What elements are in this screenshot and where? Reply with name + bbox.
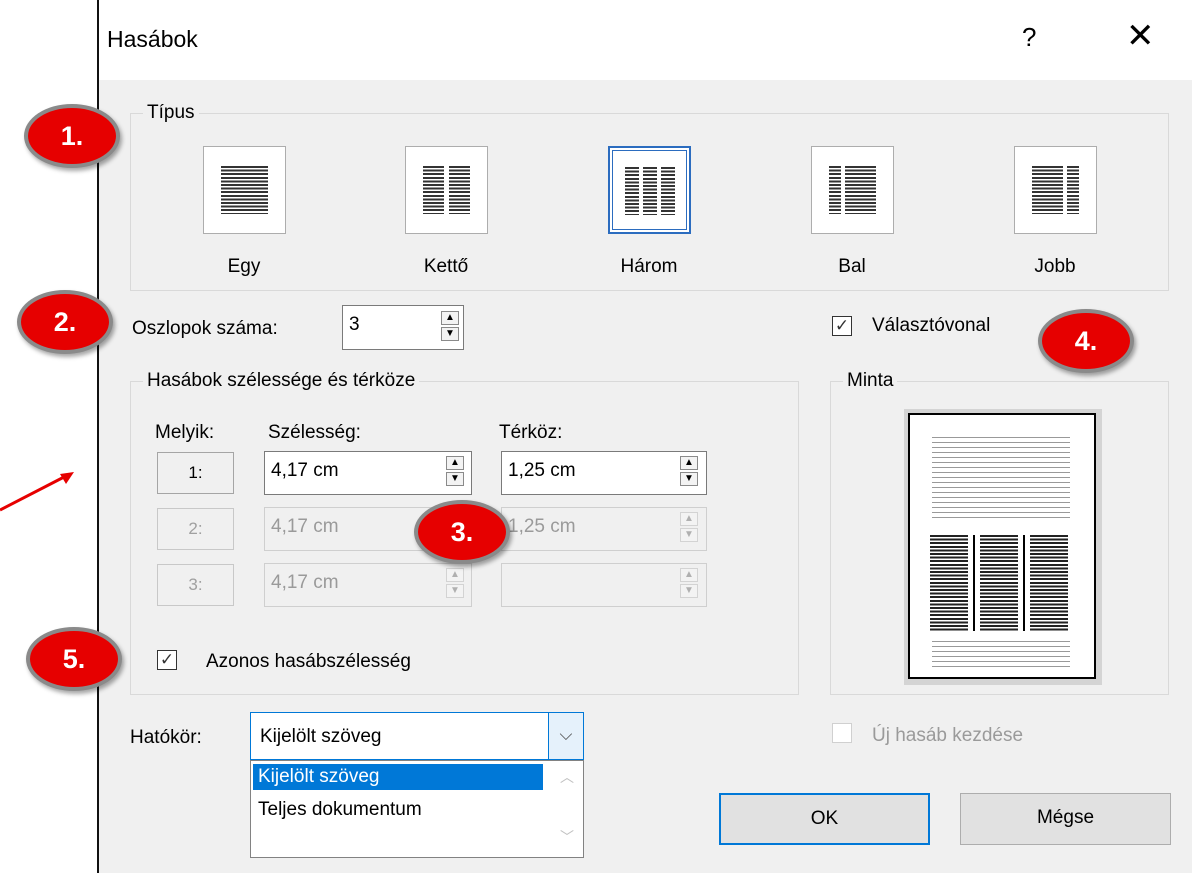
dialog-title: Hasábok — [107, 26, 198, 52]
width-value: 4,17 cm — [271, 460, 339, 481]
new-column-checkbox[interactable] — [832, 723, 852, 743]
column-number-button[interactable]: 1: — [157, 452, 234, 494]
separator-checkbox[interactable]: ✓ — [832, 316, 852, 336]
spacing-down-icon[interactable]: ▼ — [680, 528, 698, 542]
annotation-badge: 5. — [26, 627, 122, 691]
preset-two-icon-right — [449, 166, 470, 214]
preset-one[interactable] — [203, 146, 286, 234]
annotation-badge: 2. — [17, 290, 113, 354]
width-down-icon[interactable]: ▼ — [446, 584, 464, 598]
scope-options-list: Kijelölt szöveg Teljes dokumentum ︿ ﹀ — [250, 760, 584, 858]
equal-width-label: Azonos hasábszélesség — [206, 651, 411, 672]
preview-sep-2 — [1023, 535, 1025, 631]
preset-right-label: Jobb — [1034, 256, 1076, 277]
annotation-badge: 1. — [24, 104, 120, 168]
new-column-label: Új hasáb kezdése — [872, 725, 1024, 746]
col-header: Melyik: — [155, 422, 215, 443]
preview-col-3 — [1030, 535, 1068, 631]
columns-count-down-icon[interactable]: ▼ — [441, 327, 459, 341]
preset-three[interactable] — [608, 146, 691, 234]
spacing-input[interactable] — [501, 563, 707, 607]
spacing-up-icon[interactable]: ▲ — [680, 568, 698, 582]
preset-three-icon-b — [643, 167, 657, 215]
preset-left-icon-wide — [845, 166, 876, 214]
columns-count-value: 3 — [349, 314, 360, 335]
preset-right-icon-narrow — [1067, 166, 1079, 214]
preset-left[interactable] — [811, 146, 894, 234]
spacing-header: Térköz: — [499, 422, 563, 443]
preview-col-2 — [980, 535, 1018, 631]
scroll-down-icon[interactable]: ﹀ — [555, 827, 579, 847]
width-spacing-label: Hasábok szélessége és térköze — [143, 370, 420, 392]
spacing-up-icon[interactable]: ▲ — [680, 456, 698, 470]
scroll-up-icon[interactable]: ︿ — [555, 767, 579, 787]
preset-two[interactable] — [405, 146, 488, 234]
preview-sep-1 — [973, 535, 975, 631]
width-header: Szélesség: — [268, 422, 361, 443]
width-input[interactable]: 4,17 cm — [264, 563, 472, 607]
equal-width-checkbox[interactable]: ✓ — [157, 650, 177, 670]
width-input[interactable]: 4,17 cm — [264, 451, 472, 495]
spacing-input[interactable]: 1,25 cm — [501, 451, 707, 495]
spacing-value: 1,25 cm — [508, 516, 576, 537]
scope-option[interactable]: Teljes dokumentum — [258, 799, 422, 821]
preset-one-icon — [221, 166, 268, 214]
preset-right-icon-wide — [1032, 166, 1063, 214]
preset-three-icon-c — [661, 167, 675, 215]
preset-three-label: Három — [620, 256, 678, 277]
scope-label: Hatókör: — [130, 727, 202, 748]
preset-two-icon-left — [423, 166, 444, 214]
preset-three-icon-a — [625, 167, 639, 215]
preview-col-1 — [930, 535, 968, 631]
columns-count-label: Oszlopok száma: — [132, 318, 278, 339]
preview-label: Minta — [843, 370, 898, 392]
cancel-button[interactable]: Mégse — [960, 793, 1171, 845]
preset-two-label: Kettő — [423, 256, 469, 277]
preview-text-top — [932, 437, 1070, 521]
close-button[interactable]: ✕ — [1126, 16, 1155, 56]
scope-option-selected[interactable]: Kijelölt szöveg — [253, 764, 543, 790]
help-button[interactable]: ? — [1022, 22, 1036, 53]
width-down-icon[interactable]: ▼ — [446, 472, 464, 486]
preview-sheet — [908, 413, 1096, 679]
preview-text-bottom — [932, 641, 1070, 671]
width-value: 4,17 cm — [271, 516, 339, 537]
chevron-down-icon[interactable]: ⌵ — [548, 713, 583, 759]
spacing-value: 1,25 cm — [508, 460, 576, 481]
spacing-input[interactable]: 1,25 cm — [501, 507, 707, 551]
preview-page — [904, 409, 1102, 685]
scope-value: Kijelölt szöveg — [260, 726, 382, 747]
width-value: 4,17 cm — [271, 572, 339, 593]
spacing-down-icon[interactable]: ▼ — [680, 472, 698, 486]
ok-button[interactable]: OK — [719, 793, 930, 845]
preset-right[interactable] — [1014, 146, 1097, 234]
preset-one-label: Egy — [227, 256, 261, 277]
separator-label: Választóvonal — [872, 315, 991, 336]
column-number-button[interactable]: 3: — [157, 564, 234, 606]
red-arrow-icon — [0, 472, 74, 512]
scope-select[interactable]: Kijelölt szöveg ⌵ — [250, 712, 584, 760]
annotation-badge: 4. — [1038, 309, 1134, 373]
preset-left-icon-narrow — [829, 166, 841, 214]
columns-count-up-icon[interactable]: ▲ — [441, 311, 459, 325]
annotation-badge: 3. — [414, 500, 510, 564]
spacing-up-icon[interactable]: ▲ — [680, 512, 698, 526]
type-group-label: Típus — [143, 102, 199, 124]
spacing-down-icon[interactable]: ▼ — [680, 584, 698, 598]
width-up-icon[interactable]: ▲ — [446, 456, 464, 470]
width-up-icon[interactable]: ▲ — [446, 568, 464, 582]
column-number-button[interactable]: 2: — [157, 508, 234, 550]
preset-left-label: Bal — [838, 256, 866, 277]
